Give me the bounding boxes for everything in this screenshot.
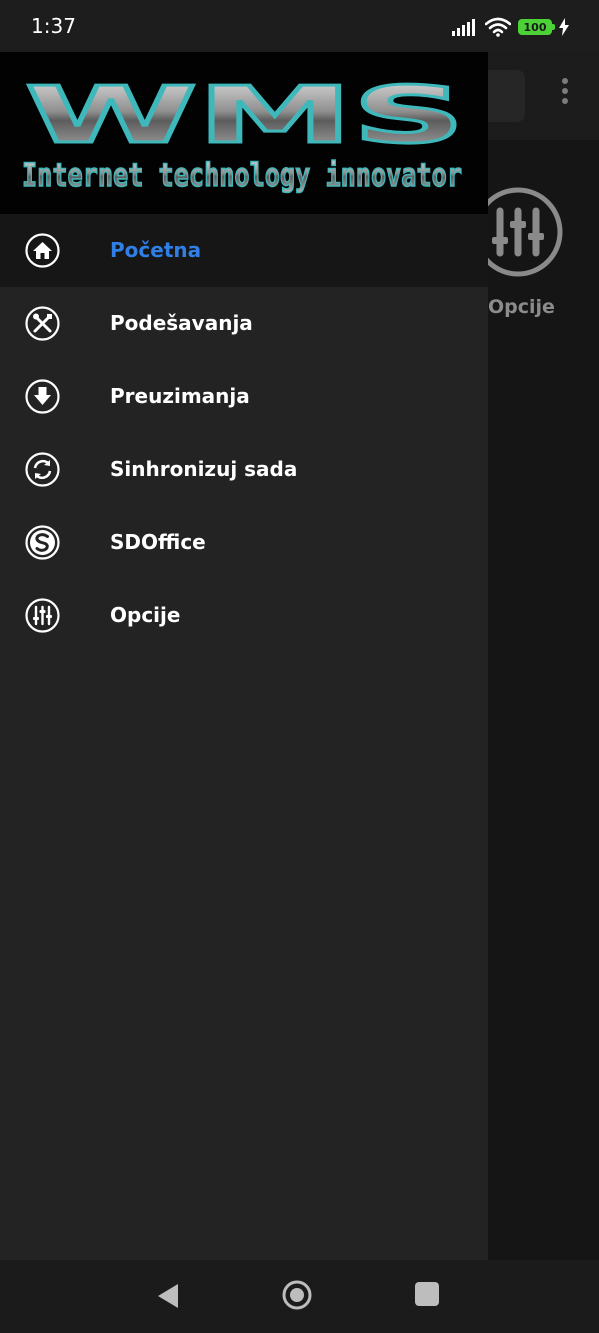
navigation-drawer: WMS Internet technology innovator Početn… [0, 52, 488, 1260]
menu-item-podesavanja[interactable]: Podešavanja [0, 287, 488, 360]
sliders-icon [25, 598, 60, 633]
status-bar: 1:37 100 [0, 0, 599, 52]
menu-label: SDOffice [110, 530, 206, 554]
home-circle-icon[interactable] [281, 1279, 313, 1311]
more-options-icon[interactable] [552, 78, 578, 112]
sdoffice-icon [25, 525, 60, 560]
menu-label: Podešavanja [110, 311, 253, 335]
signal-icon [452, 19, 475, 36]
charging-icon [559, 18, 569, 36]
sync-icon [25, 452, 60, 487]
system-nav-bar [0, 1260, 599, 1333]
menu-label: Sinhronizuj sada [110, 457, 298, 481]
tools-icon [25, 306, 60, 341]
menu-item-opcije[interactable]: Opcije [0, 579, 488, 652]
menu-item-preuzimanja[interactable]: Preuzimanja [0, 360, 488, 433]
battery-level: 100 [523, 20, 547, 34]
menu-item-pocetna[interactable]: Početna [0, 214, 488, 287]
recents-icon[interactable] [415, 1282, 439, 1306]
background-tile-label[interactable]: Opcije [488, 296, 555, 318]
drawer-menu: Početna Podešavanja Preuzimanja Sinhroni… [0, 214, 488, 652]
status-icons: 100 [452, 16, 569, 38]
wms-logo: WMS Internet technology innovator [21, 72, 466, 195]
download-icon [25, 379, 60, 414]
menu-label: Početna [110, 238, 202, 262]
svg-text:Internet technology innovator: Internet technology innovator [22, 156, 462, 194]
menu-item-sinhronizuj[interactable]: Sinhronizuj sada [0, 433, 488, 506]
menu-label: Preuzimanja [110, 384, 250, 408]
battery-icon: 100 [518, 19, 555, 35]
menu-label: Opcije [110, 603, 181, 627]
status-time: 1:37 [31, 14, 76, 38]
back-icon[interactable] [156, 1282, 180, 1310]
menu-item-sdoffice[interactable]: SDOffice [0, 506, 488, 579]
home-icon [25, 233, 60, 268]
drawer-header: WMS Internet technology innovator [0, 52, 488, 214]
wifi-icon [485, 17, 511, 37]
svg-text:WMS: WMS [25, 72, 465, 161]
